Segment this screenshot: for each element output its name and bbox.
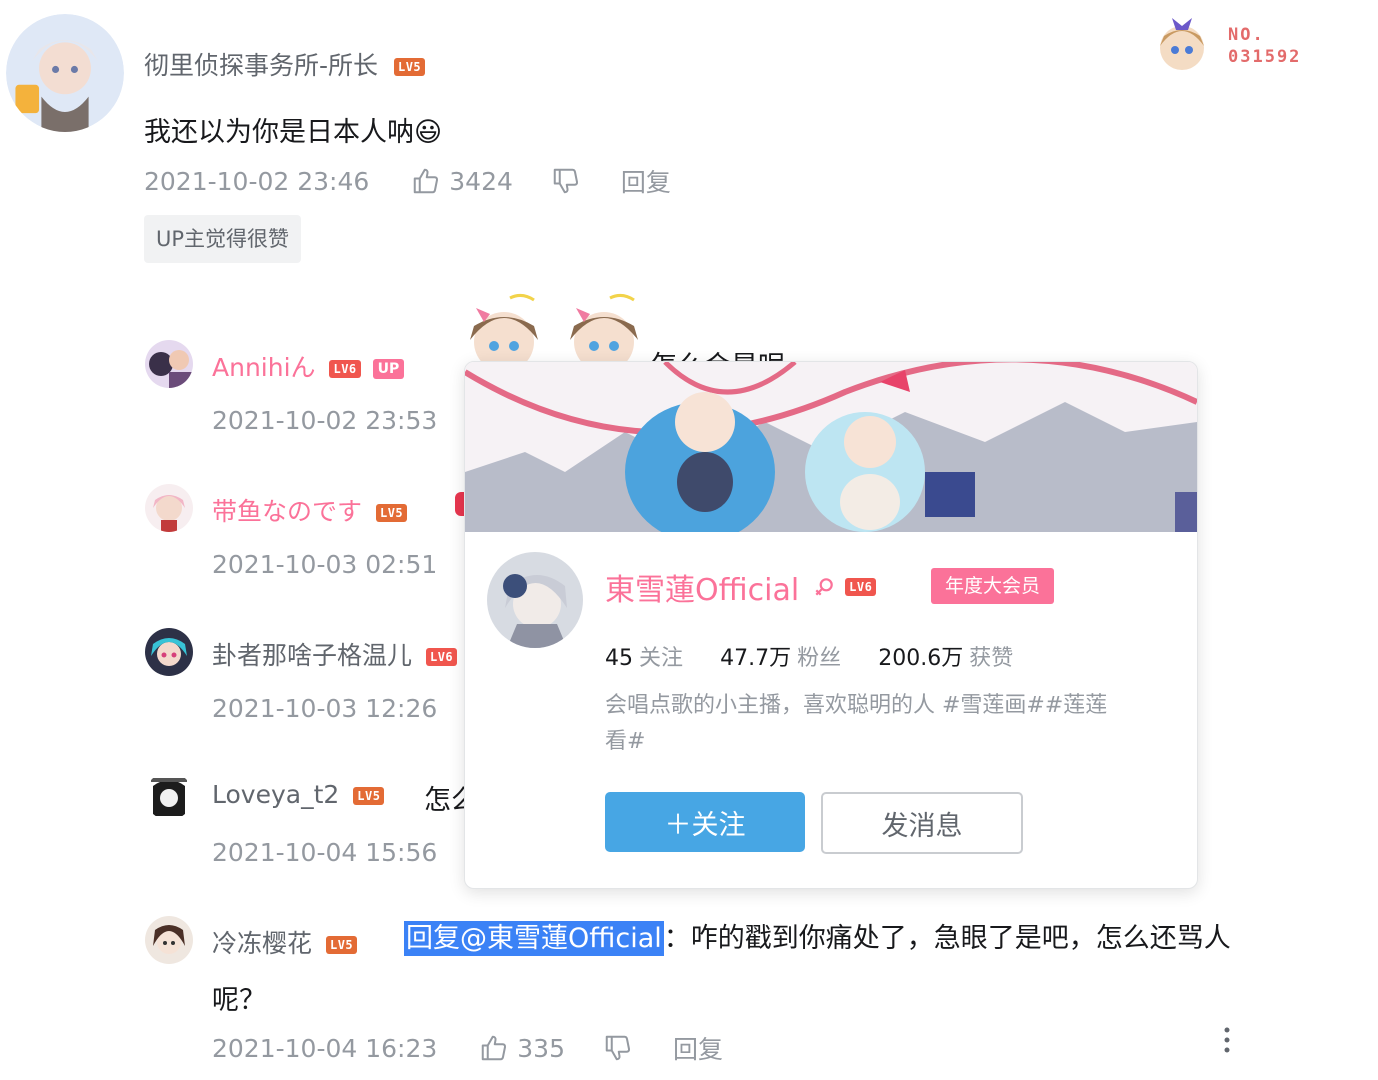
user-card-bio-line1: 会唱点歌的小主播，喜欢聪明的人 #雪莲画##莲莲 (605, 693, 1108, 718)
commenter-username[interactable]: 彻里侦探事务所-所长 (144, 51, 378, 80)
level-badge: LV5 (393, 58, 426, 76)
user-card-banner (465, 362, 1197, 532)
level-badge: LV6 (329, 360, 361, 378)
reply-text-line1: ：咋的戳到你痛处了，急眼了是吧，怎么还骂人 (663, 923, 1231, 954)
comment-time: 2021-10-02 23:46 (144, 166, 370, 196)
reply-text-line2: 呢？ (212, 985, 266, 1016)
commenter-avatar[interactable] (6, 14, 124, 132)
reply-username[interactable]: Annihiん LV6 UP (212, 348, 405, 384)
female-icon (813, 576, 835, 598)
reply-time: 2021-10-04 15:56 (212, 838, 438, 867)
reply-username[interactable]: 冷冻樱花 LV5 (212, 924, 358, 960)
reply-username-text[interactable]: 卦者那啥子格温儿 (212, 641, 412, 670)
user-card-popup: 東雪蓮Official LV6 年度大会员 45 关注 47.7万 粉丝 200.6… (464, 361, 1198, 889)
up-liked-tag: UP主觉得很赞 (144, 215, 302, 263)
level-badge: LV6 (845, 578, 877, 596)
fan-medal-label: NO. (1228, 25, 1265, 45)
thumbs-up-icon (414, 168, 439, 194)
fans-label: 粉丝 (797, 646, 842, 671)
vip-badge: 年度大会员 (931, 568, 1055, 604)
level-badge: LV5 (375, 504, 408, 522)
sticker-emoji (456, 290, 552, 372)
reply-username-text[interactable]: Loveya_t2 (212, 780, 339, 809)
sticker-emoji (556, 290, 652, 372)
reply-avatar[interactable] (145, 628, 193, 676)
reply-time: 2021-10-03 02:51 (212, 550, 438, 579)
thumbs-down-icon (553, 168, 578, 194)
fan-medal[interactable]: NO. 031592 (1152, 12, 1312, 78)
reply-username[interactable]: 卦者那啥子格温儿 LV6 (212, 636, 458, 672)
reply-avatar[interactable] (145, 772, 193, 820)
like-button[interactable]: 335 (479, 1033, 565, 1063)
up-badge: UP (372, 359, 405, 379)
reply-username[interactable]: 带鱼なのです LV5 (212, 492, 408, 528)
reply-time: 2021-10-04 16:23 (212, 1033, 438, 1063)
reply-meta: 2021-10-04 16:23 335 回复 (212, 1030, 723, 1066)
reply-avatar[interactable] (145, 484, 193, 532)
reply-avatar[interactable] (145, 340, 193, 388)
follow-button[interactable]: ＋关注 (605, 792, 805, 852)
send-message-button[interactable]: 发消息 (821, 792, 1023, 854)
fan-medal-number: 031592 (1228, 47, 1302, 67)
reply-text: 回复@東雪蓮Official：咋的戳到你痛处了，急眼了是吧，怎么还骂人 (404, 910, 1231, 968)
following-count: 45 (605, 646, 633, 671)
more-options-icon[interactable] (1222, 1026, 1232, 1054)
user-card-bio: 会唱点歌的小主播，喜欢聪明的人 #雪莲画##莲莲 看# (605, 688, 1165, 760)
fans-stat[interactable]: 47.7万 粉丝 (720, 646, 846, 671)
user-card-name-row: 東雪蓮Official LV6 (605, 565, 877, 609)
likes-label: 获赞 (969, 646, 1014, 671)
reply-username-text[interactable]: Annihiん (212, 353, 316, 382)
reply-username-text[interactable]: 带鱼なのです (212, 497, 362, 526)
level-badge: LV5 (325, 936, 358, 954)
comment-meta: 2021-10-02 23:46 3424 回复 (144, 163, 671, 199)
user-card-stats: 45 关注 47.7万 粉丝 200.6万 获赞 (605, 640, 1013, 672)
likes-stat: 200.6万 获赞 (878, 646, 1013, 671)
thumbs-down-icon (605, 1035, 631, 1061)
level-badge: LV6 (425, 648, 458, 666)
fan-medal-avatar-icon (1160, 18, 1204, 70)
dislike-button[interactable] (603, 1033, 633, 1063)
likes-count: 200.6万 (878, 646, 964, 671)
reply-username-text[interactable]: 冷冻樱花 (212, 929, 312, 958)
reply-mention-link[interactable]: 回复@東雪蓮Official (404, 921, 664, 956)
like-button[interactable]: 3424 (411, 166, 513, 196)
fans-count: 47.7万 (720, 646, 792, 671)
user-card-bio-line2: 看# (605, 729, 646, 754)
like-count: 3424 (449, 166, 513, 196)
dislike-button[interactable] (551, 166, 581, 196)
user-card-name[interactable]: 東雪蓮Official (605, 565, 799, 609)
reply-button[interactable]: 回复 (621, 163, 671, 199)
reply-button[interactable]: 回复 (673, 1030, 723, 1066)
comment-text: 我还以为你是日本人呐😃 (144, 117, 443, 148)
reply-time: 2021-10-02 23:53 (212, 406, 438, 435)
level-badge: LV5 (353, 787, 385, 805)
reply-username[interactable]: Loveya_t2 LV5 (212, 780, 385, 809)
commenter-name[interactable]: 彻里侦探事务所-所长 LV5 (144, 46, 426, 82)
following-stat[interactable]: 45 关注 (605, 646, 688, 671)
like-count: 335 (517, 1033, 565, 1063)
thumbs-up-icon (482, 1035, 507, 1061)
following-label: 关注 (639, 646, 684, 671)
reply-avatar[interactable] (145, 916, 193, 964)
reply-time: 2021-10-03 12:26 (212, 694, 438, 723)
user-card-avatar[interactable] (487, 552, 583, 648)
